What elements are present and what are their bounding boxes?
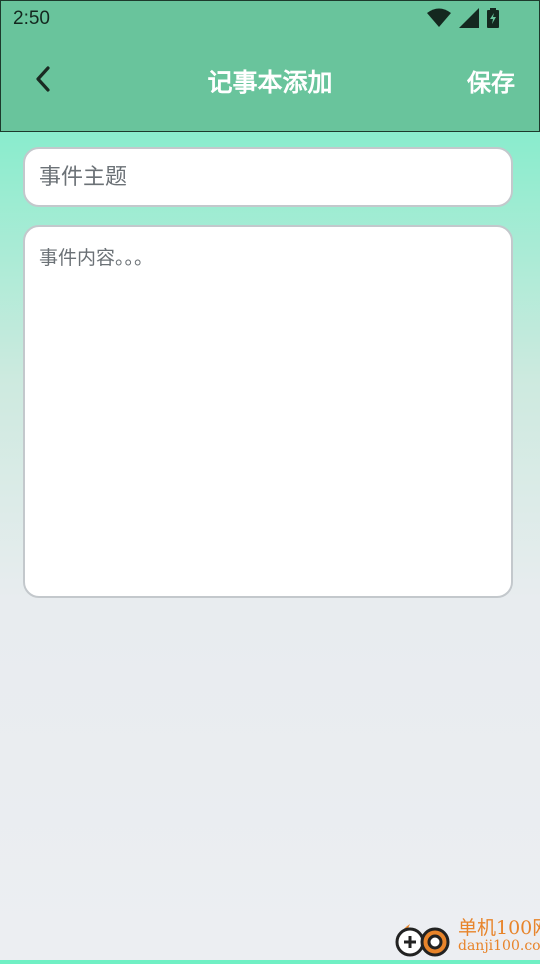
status-icons (427, 8, 499, 28)
watermark-text: 单机100网 danji100.com (458, 916, 540, 954)
watermark-url: danji100.com (458, 937, 540, 954)
battery-charging-icon (487, 8, 499, 28)
save-button[interactable]: 保存 (467, 63, 515, 98)
subject-field (23, 147, 513, 207)
watermark-name: 单机100网 (458, 916, 540, 939)
subject-input[interactable] (25, 149, 511, 205)
watermark: 单机100网 danji100.com (390, 912, 540, 960)
page-title: 记事本添加 (207, 68, 333, 97)
content-textarea[interactable] (25, 227, 511, 596)
app-header: 2:50 记事本添加 保存 (0, 0, 540, 132)
watermark-logo (390, 912, 454, 960)
cellular-signal-icon (459, 8, 479, 28)
wifi-icon (427, 8, 451, 27)
content-field (23, 225, 513, 598)
status-time: 2:50 (13, 8, 50, 29)
